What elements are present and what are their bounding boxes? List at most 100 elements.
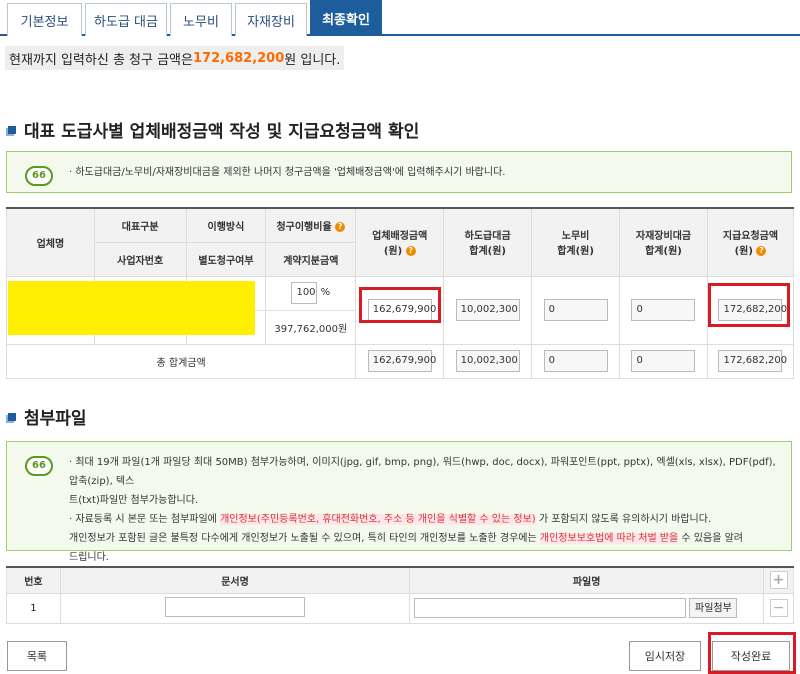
header-request: 지급요청금액 (원) ? bbox=[706, 207, 795, 277]
header-ratio: 청구이행비율 ? bbox=[265, 207, 357, 243]
header-equipment-label: 자재장비대금 bbox=[635, 231, 692, 243]
tab-basic-info[interactable]: 기본정보 bbox=[7, 3, 82, 36]
temp-save-button[interactable]: 임시저장 bbox=[629, 641, 701, 671]
help-icon[interactable]: ? bbox=[335, 221, 346, 232]
labor-total-field: 0 bbox=[543, 299, 608, 321]
header-contract-share: 계약지분금액 bbox=[265, 241, 357, 277]
assigned-amount-highlight-box bbox=[359, 287, 441, 323]
notice-line: 트(txt)파일만 첨부가능합니다. bbox=[69, 495, 199, 506]
notice-text-part: 개인정보가 포함된 글은 불특정 다수에게 개인정보가 노출될 수 있으며, 특… bbox=[69, 533, 540, 544]
request-amount-highlight-box bbox=[708, 283, 790, 327]
total-prefix: 현재까지 입력하신 총 청구 금액은 bbox=[9, 52, 193, 68]
cell-labor: 0 bbox=[531, 275, 621, 345]
header-labor-unit: 합계(원) bbox=[557, 246, 594, 258]
notice-line: · 최대 19개 파일(1개 파일당 최대 50MB) 첨부가능하며, 이미지(… bbox=[69, 457, 776, 487]
header-method: 이행방식 bbox=[185, 207, 267, 243]
notice-text-part: 수 있음을 알려 bbox=[678, 533, 743, 544]
header-file-name: 파일명 bbox=[409, 566, 764, 594]
total-request-field: 172,682,200 bbox=[718, 350, 787, 372]
header-assigned: 업체배정금액 (원) ? bbox=[355, 207, 445, 277]
header-assigned-unit: (원) bbox=[383, 246, 403, 258]
total-claim-summary: 현재까지 입력하신 총 청구 금액은 172,682,200 원 입니다. bbox=[5, 46, 345, 70]
notice-warning-text: 개인정보보호법에 따라 처벌 받을 bbox=[539, 533, 679, 544]
header-subcontract: 하도급대금합계(원) bbox=[443, 207, 533, 277]
file-name-cell: 파일첨부 bbox=[409, 592, 764, 624]
tab-subcontract-payment[interactable]: 하도급 대금 bbox=[85, 3, 167, 36]
list-button[interactable]: 목록 bbox=[7, 641, 67, 671]
header-labor: 노무비합계(원) bbox=[531, 207, 621, 277]
notice-text-part: 가 포함되지 않도록 유의하시기 바랍니다. bbox=[535, 514, 712, 525]
bullet-square-icon bbox=[8, 125, 16, 134]
total-assigned-cell: 162,679,900 bbox=[355, 343, 445, 379]
section-title-text: 대표 도급사별 업체배정금액 작성 및 지급요청금액 확인 bbox=[24, 122, 420, 142]
header-subcontract-label: 하도급대금 bbox=[464, 231, 511, 243]
total-amount: 172,682,200 bbox=[192, 50, 285, 66]
notice-text: · 하도급대금/노무비/자재장비대금을 제외한 나머지 청구금액을 '업체배정금… bbox=[69, 167, 506, 178]
attachment-table: 번호 문서명 파일명 + 1 파일첨부 − bbox=[6, 566, 794, 624]
header-subcontract-unit: 합계(원) bbox=[469, 246, 507, 258]
header-company: 업체명 bbox=[6, 207, 95, 277]
header-ratio-label: 청구이행비율 bbox=[276, 221, 332, 233]
total-equipment-cell: 0 bbox=[619, 343, 708, 379]
notice-line: 드립니다. bbox=[69, 552, 109, 563]
speech-bubble-icon: 66 bbox=[25, 166, 53, 186]
cell-subcontract: 10,002,300 bbox=[443, 275, 533, 345]
header-request-unit: (원) bbox=[734, 246, 753, 258]
tab-equipment[interactable]: 자재장비 bbox=[235, 3, 307, 36]
header-assigned-label: 업체배정금액 bbox=[372, 231, 428, 243]
cell-equipment: 0 bbox=[619, 275, 708, 345]
notice-line: 개인정보가 포함된 글은 불특정 다수에게 개인정보가 노출될 수 있으며, 특… bbox=[69, 529, 785, 548]
complete-button-highlight-box bbox=[708, 632, 796, 674]
tab-labor-cost[interactable]: 노무비 bbox=[170, 3, 232, 36]
header-equipment: 자재장비대금합계(원) bbox=[619, 207, 708, 277]
notice-line: · 자료등록 시 본문 또는 첨부파일에 개인정보(주민등록번호, 휴대전화번호… bbox=[69, 510, 785, 529]
redaction-highlight bbox=[8, 281, 255, 335]
header-equipment-unit: 합계(원) bbox=[645, 246, 682, 258]
notice-text-part: · 자료등록 시 본문 또는 첨부파일에 bbox=[69, 514, 221, 525]
subcontract-total-field: 10,002,300 bbox=[455, 299, 520, 321]
total-equipment-field: 0 bbox=[631, 350, 696, 372]
total-assigned-field: 162,679,900 bbox=[367, 350, 436, 372]
header-request-label: 지급요청금액 bbox=[722, 231, 779, 243]
help-icon[interactable]: ? bbox=[756, 246, 767, 257]
step-tabs: 기본정보 하도급 대금 노무비 자재장비 최종확인 bbox=[0, 0, 800, 36]
speech-bubble-icon: 66 bbox=[25, 456, 53, 476]
tab-final-confirm[interactable]: 최종확인 bbox=[310, 0, 382, 36]
notice-box-allocation: 66 · 하도급대금/노무비/자재장비대금을 제외한 나머지 청구금액을 '업체… bbox=[6, 151, 792, 193]
header-add-cell: + bbox=[763, 566, 794, 594]
section-title-attachments: 첨부파일 bbox=[8, 404, 87, 429]
ratio-input[interactable]: 100 bbox=[291, 282, 318, 304]
bullet-square-icon bbox=[8, 412, 16, 421]
attachment-notice-text: · 최대 19개 파일(1개 파일당 최대 50MB) 첨부가능하며, 이미지(… bbox=[69, 453, 785, 567]
total-subcontract-field: 10,002,300 bbox=[455, 350, 520, 372]
attach-file-button[interactable]: 파일첨부 bbox=[689, 598, 738, 618]
header-doc-name: 문서명 bbox=[59, 566, 411, 594]
header-no: 번호 bbox=[6, 566, 61, 594]
section-title-allocation: 대표 도급사별 업체배정금액 작성 및 지급요청금액 확인 bbox=[8, 117, 419, 142]
header-biz-no: 사업자번호 bbox=[93, 241, 187, 277]
remove-row-button[interactable]: − bbox=[769, 599, 788, 617]
total-labor-field: 0 bbox=[543, 350, 608, 372]
row-number: 1 bbox=[6, 592, 61, 624]
doc-name-input[interactable] bbox=[165, 596, 306, 617]
total-labor-cell: 0 bbox=[531, 343, 621, 379]
total-request-cell: 172,682,200 bbox=[706, 343, 795, 379]
header-rep-type: 대표구분 bbox=[93, 207, 187, 243]
file-name-input[interactable] bbox=[414, 598, 687, 618]
cell-ratio: 100 % bbox=[265, 275, 357, 311]
cell-contract-share: 397,762,000원 bbox=[265, 309, 357, 345]
section-title-text: 첨부파일 bbox=[24, 409, 87, 429]
total-suffix: 원 입니다. bbox=[284, 52, 341, 68]
add-row-button[interactable]: + bbox=[769, 571, 788, 590]
total-row-label: 총 합계금액 bbox=[5, 343, 357, 379]
notice-warning-text: 개인정보(주민등록번호, 휴대전화번호, 주소 등 개인을 식별할 수 있는 정… bbox=[220, 514, 536, 525]
equipment-total-field: 0 bbox=[631, 299, 696, 321]
notice-box-attachments: 66 · 최대 19개 파일(1개 파일당 최대 50MB) 첨부가능하며, 이… bbox=[6, 441, 792, 563]
header-labor-label: 노무비 bbox=[561, 231, 590, 243]
remove-cell: − bbox=[763, 592, 794, 624]
doc-name-cell bbox=[59, 592, 411, 624]
total-subcontract-cell: 10,002,300 bbox=[443, 343, 533, 379]
header-split-claim: 별도청구여부 bbox=[185, 241, 267, 277]
ratio-unit: % bbox=[320, 287, 331, 298]
help-icon[interactable]: ? bbox=[405, 246, 416, 257]
